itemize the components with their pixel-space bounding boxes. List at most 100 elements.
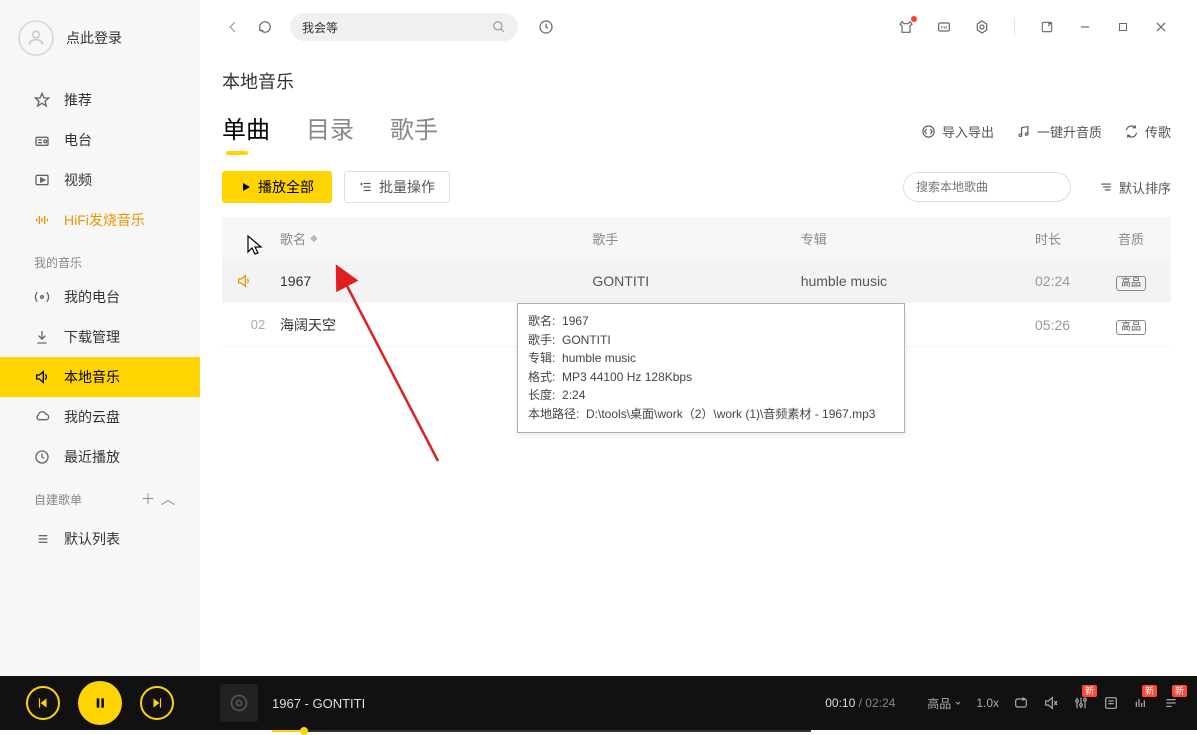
- row-album: humble music: [801, 273, 1035, 289]
- col-album-header[interactable]: 专辑: [801, 229, 1035, 248]
- nav-recent[interactable]: 最近播放: [0, 437, 200, 477]
- login-area[interactable]: 点此登录: [0, 0, 200, 80]
- player-bar: 1967 - GONTITI 00:10 / 02:24 高品 1.0x 新 新…: [0, 676, 1197, 730]
- col-artist-header[interactable]: 歌手: [592, 229, 800, 248]
- nav-label: 最近播放: [64, 447, 120, 467]
- player-controls: [0, 681, 200, 725]
- close-button[interactable]: [1147, 13, 1175, 41]
- local-search-input[interactable]: [916, 180, 1071, 194]
- nav-my-radio[interactable]: 我的电台: [0, 277, 200, 317]
- equalizer-button[interactable]: 新: [1073, 695, 1089, 711]
- search-input[interactable]: [302, 20, 492, 34]
- video-icon: [34, 172, 50, 188]
- sidebar: 点此登录 推荐 电台 视频 HiFi发烧音乐 我的音乐 我的电台 下载管理: [0, 0, 200, 676]
- playlist-default[interactable]: 默认列表: [0, 519, 200, 559]
- col-name-header[interactable]: 歌名 ◆: [280, 229, 592, 248]
- pause-button[interactable]: [78, 681, 122, 725]
- next-button[interactable]: [140, 686, 174, 720]
- nav-cloud[interactable]: 我的云盘: [0, 397, 200, 437]
- global-search[interactable]: [290, 13, 518, 41]
- nav-video[interactable]: 视频: [0, 160, 200, 200]
- add-playlist-button[interactable]: ＋: [138, 489, 158, 509]
- nav-local-music[interactable]: 本地音乐: [0, 357, 200, 397]
- button-label: 批量操作: [379, 177, 435, 197]
- nav-radio[interactable]: 电台: [0, 120, 200, 160]
- tab-songs[interactable]: 单曲: [222, 110, 270, 153]
- sync-icon: [1124, 124, 1139, 139]
- import-export-button[interactable]: 导入导出: [921, 122, 994, 141]
- nav-label: 电台: [64, 130, 92, 150]
- play-all-button[interactable]: 播放全部: [222, 171, 332, 203]
- search-icon[interactable]: [492, 20, 506, 34]
- nav-label: 本地音乐: [64, 367, 120, 387]
- row-playing-icon: [236, 273, 280, 289]
- sort-label: 默认排序: [1119, 178, 1171, 197]
- download-icon: [34, 329, 50, 345]
- batch-button[interactable]: 批量操作: [344, 171, 450, 203]
- fm-button[interactable]: FM: [930, 13, 958, 41]
- local-search[interactable]: [903, 172, 1071, 202]
- loop-button[interactable]: [1013, 695, 1029, 711]
- button-label: 播放全部: [258, 177, 314, 197]
- table-row[interactable]: 1967 GONTITI humble music 02:24 高品: [222, 259, 1171, 303]
- list-icon: [34, 531, 50, 547]
- col-duration-header[interactable]: 时长: [1035, 229, 1105, 248]
- player-time: 00:10 / 02:24: [825, 696, 895, 710]
- action-label: 导入导出: [942, 122, 994, 141]
- login-text: 点此登录: [66, 28, 122, 48]
- nav-hifi[interactable]: HiFi发烧音乐: [0, 200, 200, 240]
- play-icon: [240, 181, 252, 193]
- transfer-button[interactable]: 传歌: [1124, 122, 1171, 141]
- nav-label: 我的云盘: [64, 407, 120, 427]
- clock-icon: [34, 449, 50, 465]
- lyrics-button[interactable]: [1103, 695, 1119, 711]
- volume-button[interactable]: [1043, 695, 1059, 711]
- nav-label: 视频: [64, 170, 92, 190]
- row-name: 1967: [280, 273, 592, 289]
- settings-button[interactable]: [968, 13, 996, 41]
- topbar: FM: [200, 0, 1197, 54]
- page-title: 本地音乐: [222, 68, 1171, 94]
- row-duration: 02:24: [1035, 273, 1105, 289]
- refresh-button[interactable]: [254, 16, 276, 38]
- now-playing-title: 1967 - GONTITI: [272, 696, 811, 711]
- nav-label: HiFi发烧音乐: [64, 210, 145, 230]
- skin-button[interactable]: [892, 13, 920, 41]
- cloud-icon: [34, 409, 50, 425]
- tab-artists[interactable]: 歌手: [390, 110, 438, 153]
- prev-button[interactable]: [26, 686, 60, 720]
- player-info: 1967 - GONTITI: [258, 696, 825, 711]
- playlist-button[interactable]: 新: [1163, 695, 1179, 711]
- hifi-icon: [34, 212, 50, 228]
- action-label: 一键升音质: [1037, 122, 1102, 141]
- speed-selector[interactable]: 1.0x: [976, 696, 999, 710]
- antenna-icon: [34, 289, 50, 305]
- svg-text:FM: FM: [941, 25, 948, 30]
- tab-folders[interactable]: 目录: [306, 110, 354, 153]
- playlist-header-label: 自建歌单: [34, 491, 82, 508]
- toolbar: 播放全部 批量操作 默认排序: [222, 171, 1171, 203]
- mini-mode-button[interactable]: [1033, 13, 1061, 41]
- maximize-button[interactable]: [1109, 13, 1137, 41]
- back-button[interactable]: [222, 16, 244, 38]
- quality-selector[interactable]: 高品: [927, 695, 962, 712]
- nav-label: 推荐: [64, 90, 92, 110]
- nav-downloads[interactable]: 下载管理: [0, 317, 200, 357]
- col-quality-header[interactable]: 音质: [1105, 229, 1157, 248]
- sort-caret-icon: ◆: [310, 233, 318, 244]
- album-art[interactable]: [220, 684, 258, 722]
- sort-icon: [1099, 180, 1113, 194]
- tabs-row: 单曲 目录 歌手 导入导出 一键升音质 传歌: [222, 110, 1171, 153]
- sort-button[interactable]: 默认排序: [1099, 178, 1171, 197]
- list-check-icon: [359, 180, 373, 194]
- player-extras: 高品 1.0x 新 新 新: [909, 695, 1197, 712]
- nav-recommend[interactable]: 推荐: [0, 80, 200, 120]
- upgrade-quality-button[interactable]: 一键升音质: [1016, 122, 1102, 141]
- effects-button[interactable]: 新: [1133, 695, 1149, 711]
- listen-recognize-button[interactable]: [534, 15, 558, 39]
- collapse-playlist-button[interactable]: ︿: [158, 489, 178, 509]
- row-index: 02: [236, 317, 280, 332]
- playlist-label: 默认列表: [64, 529, 120, 549]
- minimize-button[interactable]: [1071, 13, 1099, 41]
- import-export-icon: [921, 124, 936, 139]
